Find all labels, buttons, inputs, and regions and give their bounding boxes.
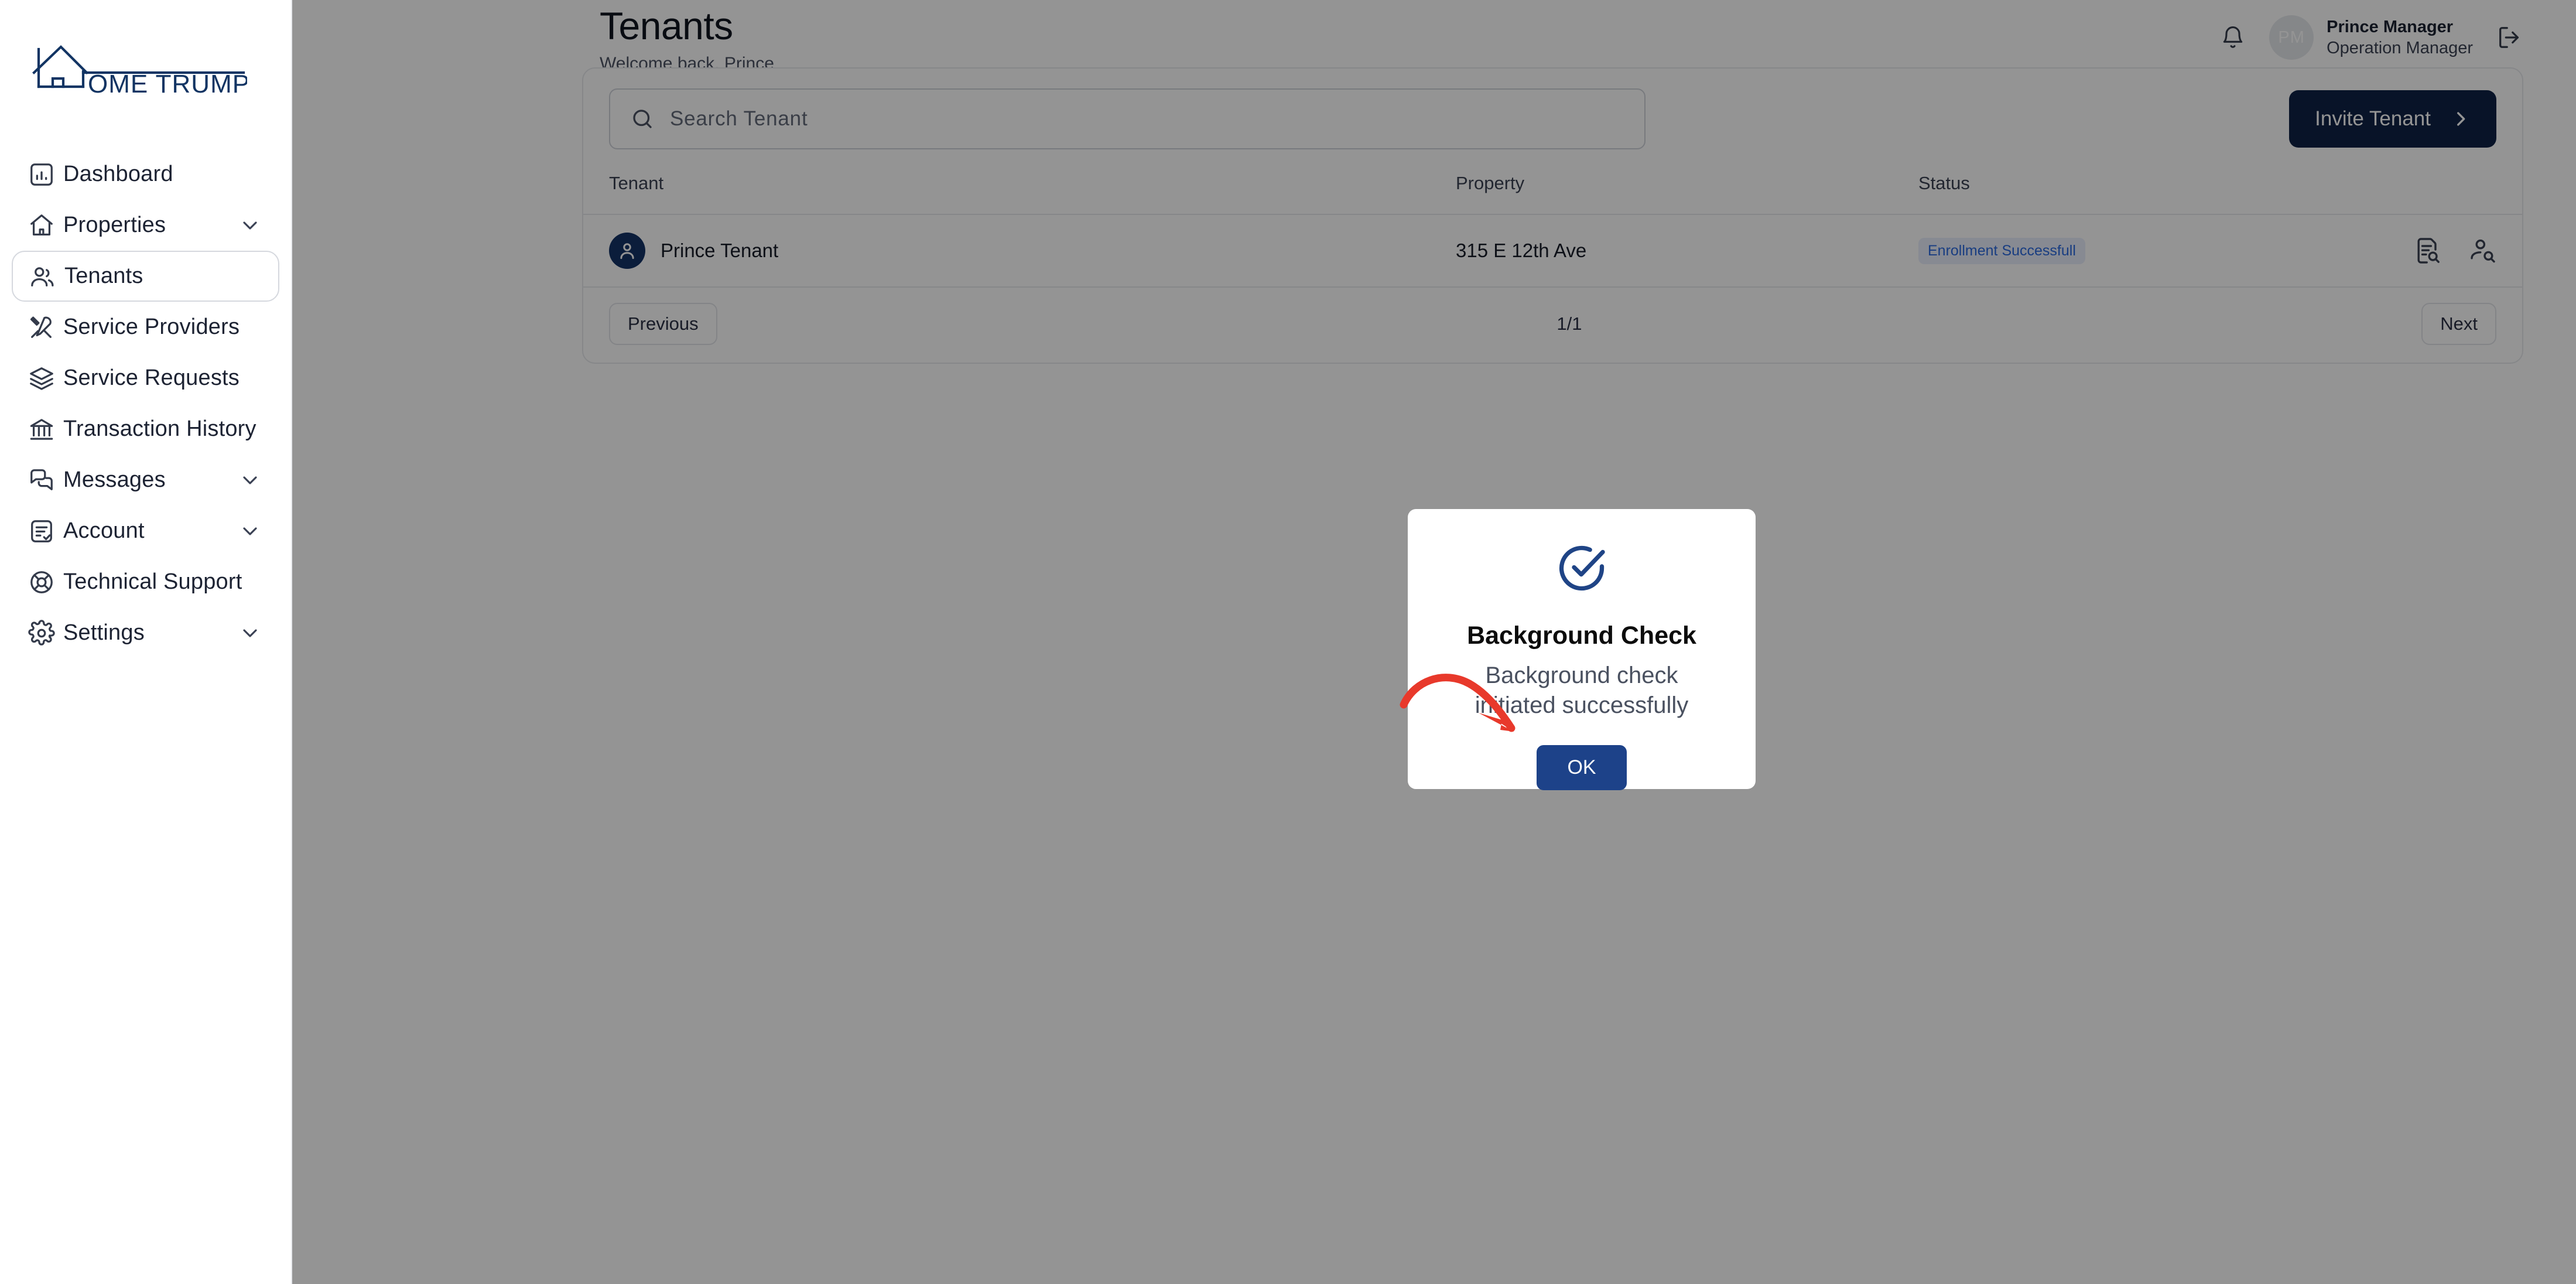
sidebar-item-account[interactable]: Account bbox=[12, 506, 279, 556]
svg-text:OME TRUMPETER: OME TRUMPETER bbox=[88, 70, 247, 98]
sidebar-item-tenants[interactable]: Tenants bbox=[12, 251, 279, 302]
tools-icon bbox=[28, 314, 63, 341]
sidebar-item-dashboard[interactable]: Dashboard bbox=[12, 149, 279, 200]
modal-ok-button[interactable]: OK bbox=[1537, 745, 1627, 791]
sidebar-item-label: Technical Support bbox=[63, 569, 242, 594]
main-content: Tenants Welcome back, Prince PM Prince M… bbox=[292, 0, 2576, 1284]
sidebar-item-label: Properties bbox=[63, 213, 166, 237]
chevron-down-icon[interactable] bbox=[238, 520, 262, 543]
sidebar-item-label: Tenants bbox=[64, 264, 143, 288]
sidebar-nav: Dashboard Properties Tenants Service Pro… bbox=[0, 149, 291, 658]
sidebar-item-label: Messages bbox=[63, 467, 166, 492]
users-icon bbox=[29, 263, 64, 290]
chevron-down-icon[interactable] bbox=[238, 621, 262, 645]
home-icon bbox=[28, 212, 63, 239]
sidebar: OME TRUMPETER Dashboard bbox=[0, 0, 292, 1284]
sidebar-item-label: Settings bbox=[63, 620, 145, 645]
clipboard-check-icon bbox=[28, 518, 63, 545]
sidebar-item-label: Account bbox=[63, 518, 145, 543]
sidebar-item-label: Service Providers bbox=[63, 315, 240, 339]
sidebar-item-label: Dashboard bbox=[63, 162, 173, 186]
chevron-down-icon[interactable] bbox=[238, 214, 262, 237]
sidebar-item-service-requests[interactable]: Service Requests bbox=[12, 353, 279, 404]
layers-icon bbox=[28, 365, 63, 392]
app-root: OME TRUMPETER Dashboard bbox=[0, 0, 2576, 1284]
modal-title: Background Check bbox=[1467, 621, 1696, 650]
sidebar-item-settings[interactable]: Settings bbox=[12, 607, 279, 658]
lifebuoy-icon bbox=[28, 569, 63, 596]
sidebar-item-label: Transaction History bbox=[63, 416, 256, 441]
sidebar-item-label: Service Requests bbox=[63, 366, 240, 390]
sidebar-item-technical-support[interactable]: Technical Support bbox=[12, 556, 279, 607]
chevron-down-icon[interactable] bbox=[238, 469, 262, 492]
modal-message: Background check initiated successfully bbox=[1475, 663, 1689, 719]
check-circle-icon bbox=[1555, 541, 1609, 595]
brand-logo[interactable]: OME TRUMPETER bbox=[0, 36, 291, 124]
background-check-modal: Background Check Background check initia… bbox=[1408, 509, 1756, 791]
sidebar-item-messages[interactable]: Messages bbox=[12, 455, 279, 506]
bank-icon bbox=[28, 416, 63, 443]
sidebar-item-service-providers[interactable]: Service Providers bbox=[12, 302, 279, 353]
gear-icon bbox=[28, 619, 63, 647]
sidebar-item-transaction-history[interactable]: Transaction History bbox=[12, 404, 279, 455]
chat-icon bbox=[28, 467, 63, 494]
home-trumpeter-logo-icon: OME TRUMPETER bbox=[32, 45, 247, 98]
chart-bar-icon bbox=[28, 161, 63, 188]
sidebar-item-properties[interactable]: Properties bbox=[12, 200, 279, 251]
